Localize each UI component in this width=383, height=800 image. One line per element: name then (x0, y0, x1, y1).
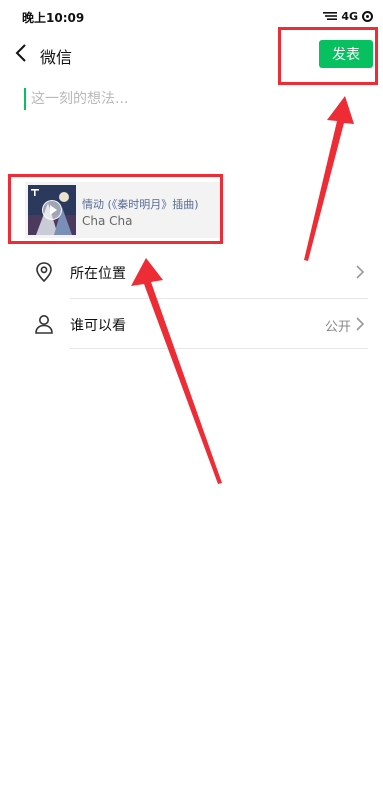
signal-icon (323, 12, 338, 20)
alarm-icon (362, 10, 373, 22)
highlight-music-card (8, 174, 223, 244)
option-value: 公开 (324, 320, 351, 335)
option-location[interactable]: 所在位置 (0, 248, 383, 298)
divider (70, 298, 368, 299)
arrow-to-publish (304, 96, 354, 261)
page-title: 微信 (40, 48, 73, 67)
location-pin-icon (36, 262, 52, 283)
highlight-publish (278, 27, 378, 85)
chevron-right-icon (356, 317, 365, 331)
divider (70, 348, 368, 349)
option-label: 所在位置 (70, 266, 126, 282)
status-time: 晚上10:09 (22, 11, 85, 25)
chevron-left-icon[interactable] (10, 41, 34, 65)
person-icon (35, 315, 53, 334)
option-visibility[interactable]: 谁可以看 公开 (0, 300, 383, 350)
option-label: 谁可以看 (70, 318, 126, 334)
status-icons: 4G (323, 8, 373, 24)
post-text-input[interactable] (24, 88, 354, 110)
annotation-arrows (131, 96, 354, 484)
network-label: 4G (341, 9, 358, 23)
chevron-right-icon (356, 265, 365, 279)
